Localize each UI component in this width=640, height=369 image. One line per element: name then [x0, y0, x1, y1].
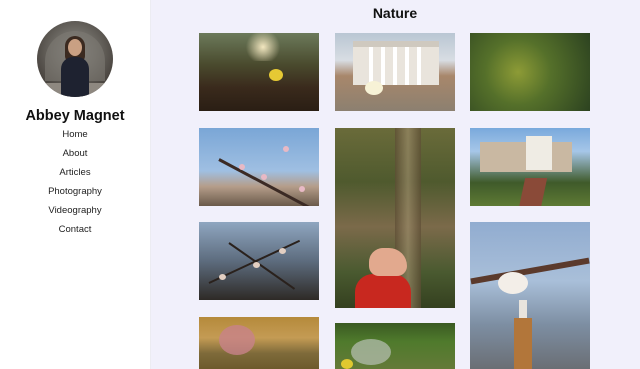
nav-photography[interactable]: Photography [0, 186, 150, 205]
avatar[interactable] [37, 21, 113, 97]
gallery-photo-garden-bed[interactable] [199, 33, 319, 111]
gallery-photo-campus-building[interactable] [470, 128, 590, 206]
main-nav: Home About Articles Photography Videogra… [0, 129, 150, 243]
gallery-photo-green-shrub[interactable] [470, 33, 590, 111]
gallery-photo-bare-twigs[interactable] [199, 222, 319, 300]
nav-videography[interactable]: Videography [0, 205, 150, 224]
nav-home[interactable]: Home [0, 129, 150, 148]
gallery-photo-autumn-leaves[interactable] [199, 317, 319, 369]
nav-articles[interactable]: Articles [0, 167, 150, 186]
nav-contact[interactable]: Contact [0, 224, 150, 243]
sidebar: Abbey Magnet Home About Articles Photogr… [0, 0, 151, 369]
gallery-photo-hand-reaching[interactable] [335, 128, 455, 308]
page-title: Nature [372, 5, 418, 21]
gallery-photo-blossom-tower[interactable] [470, 222, 590, 369]
gallery-photo-spider-web[interactable] [335, 323, 455, 369]
nav-about[interactable]: About [0, 148, 150, 167]
gallery-photo-blossom-branch[interactable] [199, 128, 319, 206]
site-owner-name[interactable]: Abbey Magnet [0, 108, 150, 124]
gallery-photo-columned-building[interactable] [335, 33, 455, 111]
